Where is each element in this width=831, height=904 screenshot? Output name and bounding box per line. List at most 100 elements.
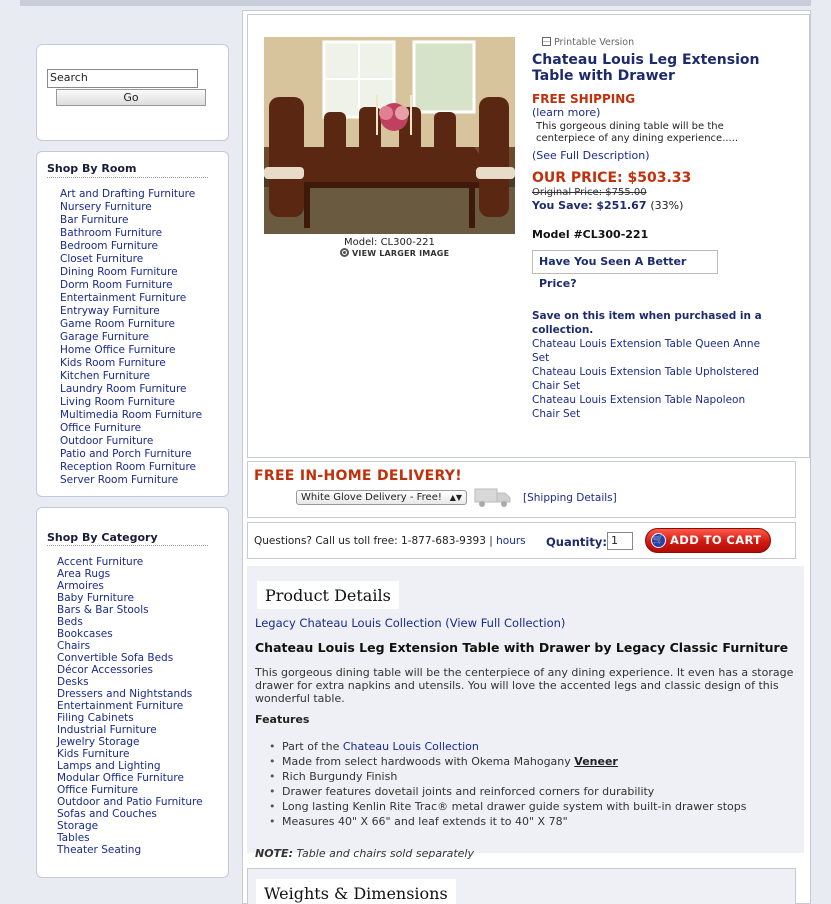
add-to-cart-button[interactable]: 🛒 ADD TO CART bbox=[645, 528, 771, 553]
quantity-label: Quantity: bbox=[546, 535, 607, 549]
note-label: NOTE: bbox=[255, 847, 293, 860]
collection-set-link[interactable]: Chateau Louis Extension Table Queen Anne… bbox=[532, 337, 762, 365]
product-summary: Model: CL300-221 VIEW LARGER IMAGE Print… bbox=[247, 14, 810, 458]
collection-name[interactable]: Legacy Chateau Louis Collection bbox=[255, 616, 445, 630]
cart-icon: 🛒 bbox=[651, 533, 666, 548]
go-button[interactable]: Go bbox=[56, 89, 206, 106]
sidebar-item-room[interactable]: Outdoor Furniture bbox=[60, 435, 202, 448]
sidebar-item-room[interactable]: Patio and Porch Furniture bbox=[60, 448, 202, 461]
cart-panel: Questions? Call us toll free: 1-877-683-… bbox=[247, 522, 796, 559]
original-price: Original Price: $755.00 bbox=[532, 187, 647, 198]
sidebar-item-room[interactable]: Garage Furniture bbox=[60, 331, 202, 344]
shipping-details-link[interactable]: [Shipping Details] bbox=[523, 492, 617, 504]
sidebar-item-category[interactable]: Industrial Furniture bbox=[57, 724, 203, 736]
long-description: This gorgeous dining table will be the c… bbox=[255, 666, 794, 705]
sidebar-item-category[interactable]: Baby Furniture bbox=[57, 592, 203, 604]
sidebar-item-category[interactable]: Area Rugs bbox=[57, 568, 203, 580]
sidebar-item-room[interactable]: Multimedia Room Furniture bbox=[60, 409, 202, 422]
sidebar-item-category[interactable]: Entertainment Furniture bbox=[57, 700, 203, 712]
free-shipping-label: FREE SHIPPING bbox=[532, 92, 636, 106]
sidebar-item-category[interactable]: Desks bbox=[57, 676, 203, 688]
tab-weights-dimensions[interactable]: Weights & Dimensions bbox=[256, 879, 456, 904]
sidebar-item-category[interactable]: Accent Furniture bbox=[57, 556, 203, 568]
sidebar-item-room[interactable]: Nursery Furniture bbox=[60, 201, 202, 214]
sidebar-item-category[interactable]: Beds bbox=[57, 616, 203, 628]
sidebar-item-category[interactable]: Décor Accessories bbox=[57, 664, 203, 676]
sidebar-item-category[interactable]: Dressers and Nightstands bbox=[57, 688, 203, 700]
sidebar-item-category[interactable]: Filing Cabinets bbox=[57, 712, 203, 724]
sidebar-item-room[interactable]: Bar Furniture bbox=[60, 214, 202, 227]
save-collection-heading: Save on this item when purchased in a co… bbox=[532, 310, 762, 336]
room-list: Art and Drafting Furniture Nursery Furnit… bbox=[60, 188, 202, 487]
feature-item: Part of the Chateau Louis Collection bbox=[269, 739, 747, 754]
details-title: Chateau Louis Leg Extension Table with D… bbox=[255, 640, 789, 655]
sidebar-item-room[interactable]: Office Furniture bbox=[60, 422, 202, 435]
collection-set-link[interactable]: Chateau Louis Extension Table Upholstere… bbox=[532, 365, 762, 393]
sidebar-item-room[interactable]: Game Room Furniture bbox=[60, 318, 202, 331]
better-price-button[interactable]: Have You Seen A Better Price? bbox=[532, 250, 718, 290]
view-full-collection-link[interactable]: (View Full Collection) bbox=[445, 616, 565, 630]
sidebar-item-room[interactable]: Bathroom Furniture bbox=[60, 227, 202, 240]
divider bbox=[47, 545, 208, 546]
feature-item: Rich Burgundy Finish bbox=[269, 769, 747, 784]
sidebar-item-room[interactable]: Art and Drafting Furniture bbox=[60, 188, 202, 201]
sidebar-item-category[interactable]: Armoires bbox=[57, 580, 203, 592]
sidebar-item-room[interactable]: Reception Room Furniture bbox=[60, 461, 202, 474]
learn-more-link[interactable]: (learn more) bbox=[532, 106, 600, 119]
view-larger-image-link[interactable]: VIEW LARGER IMAGE bbox=[340, 248, 449, 258]
sidebar-item-room[interactable]: Laundry Room Furniture bbox=[60, 383, 202, 396]
sidebar-item-room[interactable]: Kitchen Furniture bbox=[60, 370, 202, 383]
sidebar-item-category[interactable]: Bookcases bbox=[57, 628, 203, 640]
sidebar-item-category[interactable]: Storage bbox=[57, 820, 203, 832]
sidebar-item-category[interactable]: Sofas and Couches bbox=[57, 808, 203, 820]
sidebar-item-room[interactable]: Closet Furniture bbox=[60, 253, 202, 266]
sidebar-item-room[interactable]: Entryway Furniture bbox=[60, 305, 202, 318]
sidebar-item-category[interactable]: Modular Office Furniture bbox=[57, 772, 203, 784]
search-input[interactable]: Search bbox=[47, 69, 198, 88]
quantity-input[interactable]: 1 bbox=[607, 532, 633, 550]
product-image[interactable] bbox=[264, 37, 515, 234]
search-panel: Search Go bbox=[36, 44, 229, 141]
features-heading: Features bbox=[255, 713, 310, 726]
truck-icon bbox=[474, 488, 511, 507]
collection-set-link[interactable]: Chateau Louis Extension Table Napoleon C… bbox=[532, 393, 762, 421]
product-details-section: Product Details Legacy Chateau Louis Col… bbox=[247, 566, 804, 860]
select-arrows-icon: ▲▼ bbox=[449, 493, 462, 502]
sidebar-item-category[interactable]: Bars & Bar Stools bbox=[57, 604, 203, 616]
sidebar-item-room[interactable]: Dining Room Furniture bbox=[60, 266, 202, 279]
weights-dimensions-section: Weights & Dimensions bbox=[247, 868, 796, 904]
sidebar-item-room[interactable]: Living Room Furniture bbox=[60, 396, 202, 409]
delivery-option-select[interactable]: White Glove Delivery - Free! ▲▼ bbox=[296, 490, 467, 505]
questions-line: Questions? Call us toll free: 1-877-683-… bbox=[254, 535, 526, 547]
sidebar-item-room[interactable]: Dorm Room Furniture bbox=[60, 279, 202, 292]
veneer-link[interactable]: Veneer bbox=[574, 755, 618, 768]
sidebar-item-room[interactable]: Home Office Furniture bbox=[60, 344, 202, 357]
divider bbox=[47, 177, 208, 178]
image-model-caption: Model: CL300-221 bbox=[344, 237, 435, 248]
hours-link[interactable]: hours bbox=[496, 535, 526, 547]
sidebar-item-room[interactable]: Server Room Furniture bbox=[60, 474, 202, 487]
sidebar-item-category[interactable]: Theater Seating bbox=[57, 844, 203, 856]
sidebar-item-category[interactable]: Office Furniture bbox=[57, 784, 203, 796]
printable-version-link[interactable]: Printable Version bbox=[542, 37, 634, 48]
chateau-louis-collection-link[interactable]: Chateau Louis Collection bbox=[343, 740, 479, 753]
magnifier-icon bbox=[340, 248, 349, 257]
model-number: Model #CL300-221 bbox=[532, 228, 649, 241]
delivery-panel: FREE IN-HOME DELIVERY! White Glove Deliv… bbox=[247, 461, 796, 518]
sidebar-item-category[interactable]: Chairs bbox=[57, 640, 203, 652]
free-delivery-title: FREE IN-HOME DELIVERY! bbox=[254, 468, 462, 484]
sidebar-item-category[interactable]: Kids Furniture bbox=[57, 748, 203, 760]
sidebar-item-category[interactable]: Lamps and Lighting bbox=[57, 760, 203, 772]
delivery-selected-value: White Glove Delivery - Free! bbox=[301, 492, 442, 503]
you-save-percent: (33%) bbox=[650, 199, 684, 212]
sidebar-item-room[interactable]: Bedroom Furniture bbox=[60, 240, 202, 253]
sidebar-item-room[interactable]: Entertainment Furniture bbox=[60, 292, 202, 305]
sidebar-item-category[interactable]: Outdoor and Patio Furniture bbox=[57, 796, 203, 808]
sidebar-item-room[interactable]: Kids Room Furniture bbox=[60, 357, 202, 370]
tab-product-details[interactable]: Product Details bbox=[257, 581, 399, 609]
see-full-description-link[interactable]: (See Full Description) bbox=[532, 149, 650, 162]
sidebar-item-category[interactable]: Convertible Sofa Beds bbox=[57, 652, 203, 664]
sidebar-item-category[interactable]: Tables bbox=[57, 832, 203, 844]
sidebar-item-category[interactable]: Jewelry Storage bbox=[57, 736, 203, 748]
shop-by-category-title: Shop By Category bbox=[47, 531, 158, 544]
